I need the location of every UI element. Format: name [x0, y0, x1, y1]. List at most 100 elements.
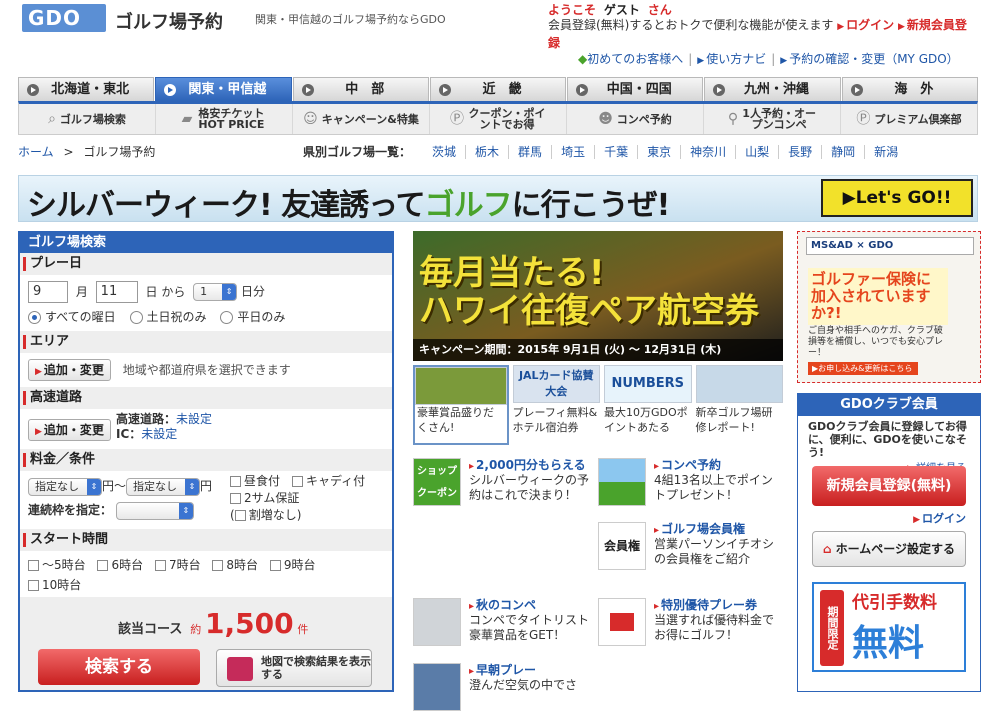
limited-time-badge: 期間限定 — [820, 590, 844, 666]
my-gdo-link[interactable]: 予約の確認・変更（MY GDO） — [789, 52, 958, 66]
time-checkbox[interactable] — [28, 580, 39, 591]
arrow-icon: ▶ — [913, 515, 920, 525]
time-checkbox[interactable] — [154, 560, 166, 571]
cod-fee-free-banner[interactable]: 期間限定 代引手数料 無料 — [812, 582, 966, 672]
radio-weekend[interactable] — [129, 311, 143, 324]
tab-overseas[interactable]: 海 外 — [841, 77, 978, 101]
thumb-jal-card[interactable]: JALカード協賛大会 プレーフィ無料&ホテル宿泊券 — [512, 365, 600, 445]
time-checkbox[interactable] — [28, 560, 39, 571]
golf-clubs-icon — [415, 367, 507, 405]
nav-golf-course-search[interactable]: ⌕ ゴルフ場検索 — [19, 104, 156, 134]
play-icon — [27, 83, 39, 96]
map-icon — [227, 657, 253, 681]
insurance-ad[interactable]: MS&AD × GDO ゴルファー保険に加入されていますか?! ご自身や相手への… — [797, 231, 981, 383]
register-button[interactable]: 新規会員登録(無料) — [812, 466, 966, 506]
campaign-line2: ハワイ往復ペア航空券 — [419, 291, 759, 331]
thumb-new-grad[interactable]: 新卒ゴルフ場研修レポート! — [695, 365, 783, 445]
nav-hot-price[interactable]: ▰ 格安チケット HOT PRICE — [156, 104, 293, 134]
feature-compe-booking[interactable]: コンペ予約 4組13名以上でポイントプレゼント！ — [598, 458, 783, 518]
cond-2sum-checkbox[interactable] — [230, 493, 241, 504]
month-input[interactable]: 9 — [28, 281, 68, 303]
usage-guide-link[interactable]: 使い方ナビ — [706, 52, 766, 66]
feature-special-ticket[interactable]: 特別優待プレー券 当選すれば優待料金でお得にゴルフ！ — [598, 598, 783, 658]
breadcrumb-separator: > — [63, 145, 74, 159]
pref-link[interactable]: 神奈川 — [681, 145, 737, 159]
golfer-photo-icon — [413, 663, 461, 711]
cond-no-surcharge-checkbox[interactable] — [234, 510, 246, 521]
nav-coupon-points[interactable]: Ⓟ クーポン・ポイントでお得 — [430, 104, 567, 134]
duration-select[interactable]: 1 ⇕ — [193, 283, 238, 301]
chevron-updown-icon: ⇕ — [222, 284, 237, 300]
cond-caddie-checkbox[interactable] — [292, 476, 304, 487]
tab-hokkaido-tohoku[interactable]: 北海道・東北 — [18, 77, 155, 101]
day-input[interactable]: 11 — [95, 281, 138, 303]
house-icon: ⌂ — [823, 542, 832, 556]
ic-value[interactable]: 未設定 — [141, 427, 177, 441]
thumb-prizes[interactable]: 豪華賞品盛りだくさん! — [413, 365, 509, 445]
play-icon — [713, 83, 726, 96]
pref-link[interactable]: 静岡 — [822, 145, 866, 159]
map-results-button[interactable]: 地図で検索結果を表示する — [216, 649, 372, 687]
club-login-link[interactable]: ▶ ログイン — [913, 510, 966, 526]
pref-link[interactable]: 群馬 — [509, 145, 553, 159]
feature-autumn-compe[interactable]: 秋のコンペ コンペでタイトリスト豪華賞品をGET！ — [413, 598, 598, 658]
time-checkbox[interactable] — [269, 560, 281, 571]
set-homepage-button[interactable]: ⌂ ホームページ設定する — [812, 531, 966, 567]
gdo-logo[interactable]: GDO — [22, 4, 106, 32]
tab-kyushu-okinawa[interactable]: 九州・沖縄 — [704, 77, 841, 101]
tab-chugoku-shikoku[interactable]: 中国・四国 — [567, 77, 704, 101]
tab-kanto-koshinetsu[interactable]: 関東・甲信越 — [155, 77, 292, 101]
banner-text: シルバーウィーク! 友達誘ってゴルフに行こうぜ! — [27, 188, 670, 222]
thumb-numbers[interactable]: NUMBERS 最大10万GDOポイントあたる — [604, 365, 692, 445]
feature-membership[interactable]: 会員権 ゴルフ場会員権 営業パーソンイチオシの会員権をご紹介 — [598, 522, 783, 592]
price-max-select[interactable]: 指定なし ⇕ — [126, 477, 201, 496]
radio-weekday[interactable] — [220, 311, 234, 324]
nav-premium-club[interactable]: Ⓟ プレミアム倶楽部 — [841, 104, 977, 134]
golf-course-search-panel: ゴルフ場検索 プレー日 9 月 11 日 から 1 ⇕ 日分 すべての曜日 土日祝… — [18, 231, 394, 692]
highway-value[interactable]: 未設定 — [176, 412, 212, 426]
group-icon: ☻ — [598, 110, 613, 127]
member-promo: 会員登録(無料)するとおトクで便利な機能が使えます ▶ ログイン ▶ 新規会員登録 — [548, 17, 976, 51]
club-desc: GDOクラブ会員に登録してお得に、便利に、GDOを使いこなそう! — [808, 420, 967, 459]
breadcrumb-home[interactable]: ホーム — [18, 145, 54, 159]
breadcrumb-row: ホーム > ゴルフ場予約 県別ゴルフ場一覧： 茨城 栃木 群馬 埼玉 千葉 東京 神奈川 山梨長… — [18, 143, 978, 160]
pref-link[interactable]: 栃木 — [466, 145, 510, 159]
feature-coupon[interactable]: ショップクーポン 2,000円分もらえる シルバーウィークの予約はこれで決まり！ — [413, 458, 598, 518]
nav-campaign[interactable]: ☺ キャンペーン&特集 — [293, 104, 430, 134]
pref-link[interactable]: 茨城 — [423, 145, 467, 159]
radio-all-days[interactable] — [28, 311, 41, 324]
pref-link[interactable]: 千葉 — [595, 145, 639, 159]
nav-solo-open[interactable]: ⚲ 1人予約・オープンコンペ — [704, 104, 841, 134]
pref-link[interactable]: 長野 — [779, 145, 823, 159]
price-min-select[interactable]: 指定なし ⇕ — [28, 477, 102, 496]
area-add-change-button[interactable]: ▶ 追加・変更 — [28, 359, 111, 381]
nav-compe[interactable]: ☻ コンペ予約 — [567, 104, 704, 134]
pref-link[interactable]: 東京 — [638, 145, 682, 159]
section-price: 料金／条件 — [20, 449, 392, 471]
pref-link[interactable]: 山梨 — [736, 145, 780, 159]
tab-kinki[interactable]: 近 畿 — [429, 77, 567, 101]
pref-link[interactable]: 新潟 — [865, 145, 907, 159]
feature-early-morning[interactable]: 早朝プレー 澄んだ空気の中でさ — [413, 663, 598, 711]
insurance-ad-cta[interactable]: ▶お申し込み&更新はこちら — [808, 362, 918, 375]
section-start-time: スタート時間 — [20, 529, 392, 551]
time-checkbox[interactable] — [97, 560, 109, 571]
campaign-thumbnails: 豪華賞品盛りだくさん! JALカード協賛大会 プレーフィ無料&ホテル宿泊券 NUM… — [413, 365, 783, 445]
consecutive-select[interactable]: ⇕ — [115, 501, 194, 520]
lets-go-button[interactable]: ▶Let's GO!! — [821, 179, 973, 217]
login-link[interactable]: ログイン — [846, 18, 894, 32]
membership-icon: 会員権 — [598, 522, 646, 570]
first-time-link[interactable]: 初めてのお客様へ — [587, 52, 683, 66]
hawaii-campaign-banner[interactable]: 毎月当たる! ハワイ往復ペア航空券 キャンペーン期間：2015年 9月1日 (火… — [413, 231, 783, 361]
arrow-icon: ▶ — [697, 56, 705, 66]
silver-week-banner[interactable]: シルバーウィーク! 友達誘ってゴルフに行こうぜ! ▶Let's GO!! — [18, 175, 978, 222]
cond-lunch-checkbox[interactable] — [230, 476, 241, 487]
highway-add-change-button[interactable]: ▶ 追加・変更 — [28, 419, 111, 441]
time-checkbox[interactable] — [212, 560, 224, 571]
pref-link[interactable]: 埼玉 — [552, 145, 596, 159]
conditions: 昼食付 キャディ付 2サム保証 (割増なし) — [230, 474, 366, 522]
tab-chubu[interactable]: 中 部 — [292, 77, 429, 101]
promo-text: 会員登録(無料)するとおトクで便利な機能が使えます — [548, 18, 834, 32]
welcome-prefix: ようこそ — [548, 3, 597, 17]
search-button[interactable]: 検索する — [38, 649, 200, 685]
